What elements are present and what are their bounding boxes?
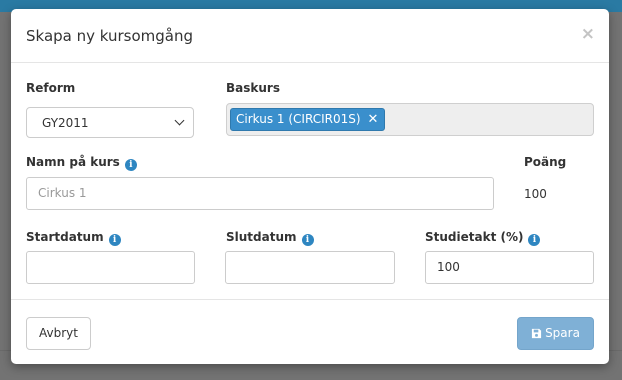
close-icon[interactable]: ×	[581, 25, 595, 43]
startdatum-label-text: Startdatum	[26, 230, 104, 244]
info-icon[interactable]: i	[108, 234, 121, 246]
namn-input[interactable]: Cirkus 1	[26, 177, 494, 210]
info-icon[interactable]: i	[124, 159, 137, 171]
poang-label-text: Poäng	[524, 155, 567, 169]
studietakt-label: Studietakt (%) i	[425, 230, 541, 246]
baskurs-tag-input[interactable]: Cirkus 1 (CIRCIR01S) ✕	[226, 103, 594, 136]
studietakt-input-value: 100	[437, 260, 460, 274]
reform-select[interactable]: GY2011	[26, 107, 194, 138]
baskurs-tag: Cirkus 1 (CIRCIR01S) ✕	[230, 108, 386, 131]
cancel-button[interactable]: Avbryt	[26, 317, 91, 350]
poang-label: Poäng	[524, 155, 566, 170]
baskurs-tag-text: Cirkus 1 (CIRCIR01S)	[236, 112, 361, 126]
modal-title: Skapa ny kursomgång	[26, 27, 194, 45]
baskurs-label: Baskurs	[226, 81, 280, 96]
modal-footer-divider	[11, 299, 609, 300]
slutdatum-label-text: Slutdatum	[226, 230, 297, 244]
reform-select-value: GY2011	[42, 116, 89, 130]
chevron-down-icon	[174, 115, 185, 126]
tag-remove-icon[interactable]: ✕	[368, 109, 379, 130]
namn-input-placeholder: Cirkus 1	[38, 186, 87, 200]
floppy-disk-icon	[531, 328, 542, 339]
save-button[interactable]: Spara	[517, 317, 594, 350]
create-course-modal: Skapa ny kursomgång × Reform GY2011 Bask…	[11, 9, 609, 364]
info-icon[interactable]: i	[528, 234, 541, 246]
namn-label-text: Namn på kurs	[26, 155, 120, 169]
startdatum-label: Startdatum i	[26, 230, 121, 246]
studietakt-label-text: Studietakt (%)	[425, 230, 524, 244]
namn-label: Namn på kurs i	[26, 155, 137, 171]
modal-header: Skapa ny kursomgång ×	[11, 9, 609, 63]
reform-label-text: Reform	[26, 81, 76, 95]
studietakt-input[interactable]: 100	[425, 251, 594, 284]
slutdatum-label: Slutdatum i	[226, 230, 314, 246]
info-icon[interactable]: i	[301, 234, 314, 246]
baskurs-label-text: Baskurs	[226, 81, 280, 95]
slutdatum-input[interactable]	[225, 251, 395, 284]
startdatum-input[interactable]	[26, 251, 195, 284]
reform-label: Reform	[26, 81, 75, 96]
save-button-label: Spara	[545, 326, 580, 340]
poang-value: 100	[524, 187, 547, 201]
